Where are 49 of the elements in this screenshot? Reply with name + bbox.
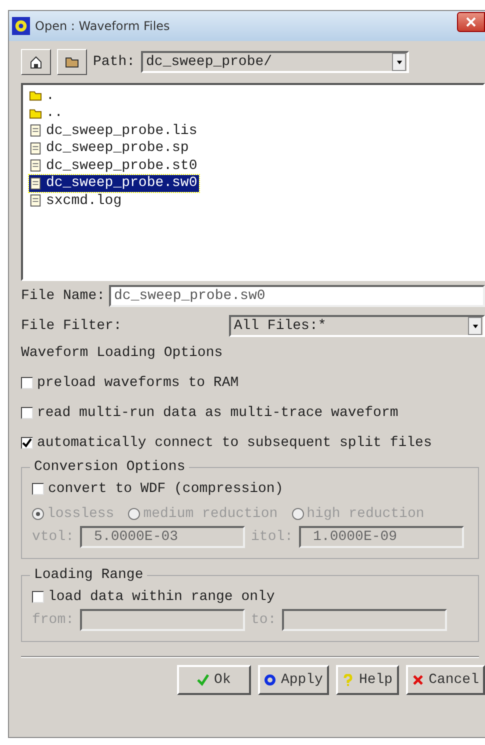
tick-icon	[22, 438, 32, 448]
window-title: Open : Waveform Files	[35, 19, 171, 33]
file-item[interactable]: .	[29, 87, 56, 104]
file-item[interactable]: ..	[29, 104, 65, 122]
file-item[interactable]: sxcmd.log	[29, 192, 124, 210]
cancel-button[interactable]: Cancel	[406, 665, 485, 695]
document-icon	[29, 194, 42, 208]
group-title: Conversion Options	[33, 459, 186, 475]
to-label: to:	[251, 612, 276, 628]
file-name-label: File Name:	[21, 288, 106, 304]
option-checkbox[interactable]: preload waveforms to RAM	[21, 375, 239, 391]
question-icon	[342, 674, 354, 686]
folder-button[interactable]	[57, 49, 87, 75]
option-checkbox[interactable]: automatically connect to subsequent split files	[21, 435, 432, 451]
app-icon	[12, 17, 30, 35]
close-icon	[412, 674, 424, 686]
document-icon	[29, 142, 42, 155]
document-icon	[29, 176, 42, 190]
document-icon	[29, 159, 42, 172]
home-button[interactable]	[21, 49, 51, 75]
file-filter-dropdown[interactable]: All Files:*	[228, 315, 485, 337]
itol-label: itol:	[251, 529, 294, 545]
caret-icon	[472, 322, 478, 330]
ring-icon	[264, 674, 276, 686]
folder-icon	[29, 106, 42, 120]
path-dropdown[interactable]: dc_sweep_probe/	[141, 51, 410, 73]
file-item[interactable]: dc_sweep_probe.st0	[29, 157, 200, 174]
vtol-label: vtol:	[32, 529, 74, 545]
path-label: Path:	[93, 54, 136, 70]
document-icon	[29, 124, 42, 138]
checkmark-icon	[197, 674, 210, 686]
ok-button[interactable]: Ok	[176, 665, 251, 695]
file-name-field[interactable]: dc_sweep_probe.sw0	[109, 285, 485, 307]
file-item[interactable]: dc_sweep_probe.lis	[29, 122, 200, 140]
file-filter-label: File Filter:	[21, 318, 122, 334]
apply-button[interactable]: Apply	[258, 665, 329, 695]
help-button[interactable]: Help	[336, 665, 399, 695]
from-label: from:	[32, 612, 74, 628]
caret-icon	[396, 58, 403, 66]
file-item[interactable]: dc_sweep_probe.sw0	[29, 174, 200, 192]
section-heading: Waveform Loading Options	[21, 345, 224, 361]
group-title: Loading Range	[33, 567, 144, 583]
folder-icon	[29, 89, 42, 102]
folder-icon	[65, 55, 79, 69]
option-checkbox[interactable]: read multi-run data as multi-trace waveform	[21, 405, 398, 421]
close-button[interactable]	[457, 12, 485, 32]
file-item[interactable]: dc_sweep_probe.sp	[29, 140, 191, 157]
close-icon	[466, 17, 476, 27]
house-icon	[29, 55, 43, 69]
